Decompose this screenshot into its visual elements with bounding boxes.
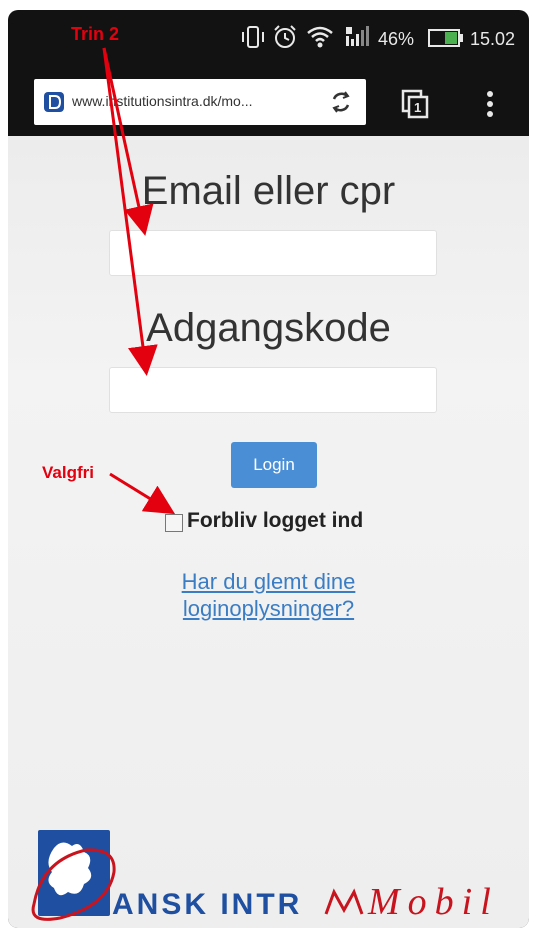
- battery-icon: [428, 28, 464, 53]
- clock: 15.02: [470, 29, 516, 49]
- url-bar[interactable]: www.institutionsintra.dk/mo...: [34, 79, 366, 125]
- step-annotation: Trin 2: [71, 24, 120, 44]
- reload-icon[interactable]: [328, 89, 354, 120]
- email-field[interactable]: [109, 230, 437, 276]
- tabs-icon[interactable]: 1: [400, 88, 432, 120]
- wifi-icon: [306, 24, 334, 55]
- forgot-login-link[interactable]: Har du glemt dine loginoplysninger?: [8, 568, 529, 622]
- remember-checkbox[interactable]: [165, 514, 183, 532]
- password-label: Adgangskode: [146, 306, 391, 350]
- browser-toolbar: www.institutionsintra.dk/mo... 1: [8, 68, 529, 136]
- battery-percent: 46%: [378, 29, 415, 49]
- logo-text-main: ANSK INTR: [112, 888, 302, 921]
- overflow-menu-icon[interactable]: [482, 88, 498, 125]
- email-label: Email eller cpr: [141, 169, 396, 213]
- alarm-icon: [272, 24, 298, 55]
- site-favicon: [42, 90, 66, 119]
- logo-text-mobil: Mobil: [367, 881, 499, 923]
- dansk-intra-mobil-logo: ANSK INTR Mobil: [20, 826, 529, 928]
- web-content: Email eller cpr Adgangskode Login Forbli…: [8, 136, 529, 928]
- signal-icon: [342, 24, 370, 55]
- forgot-link-line2: loginoplysninger?: [182, 596, 355, 621]
- password-field[interactable]: [109, 367, 437, 413]
- forgot-link-line1: Har du glemt dine: [181, 569, 356, 594]
- remember-label: Forbliv logget ind: [187, 509, 364, 532]
- login-button[interactable]: Login: [231, 442, 317, 488]
- vibrate-icon: [240, 24, 266, 55]
- url-text: www.institutionsintra.dk/mo...: [72, 93, 253, 109]
- tab-count: 1: [414, 100, 422, 115]
- optional-annotation: Valgfri: [42, 463, 94, 482]
